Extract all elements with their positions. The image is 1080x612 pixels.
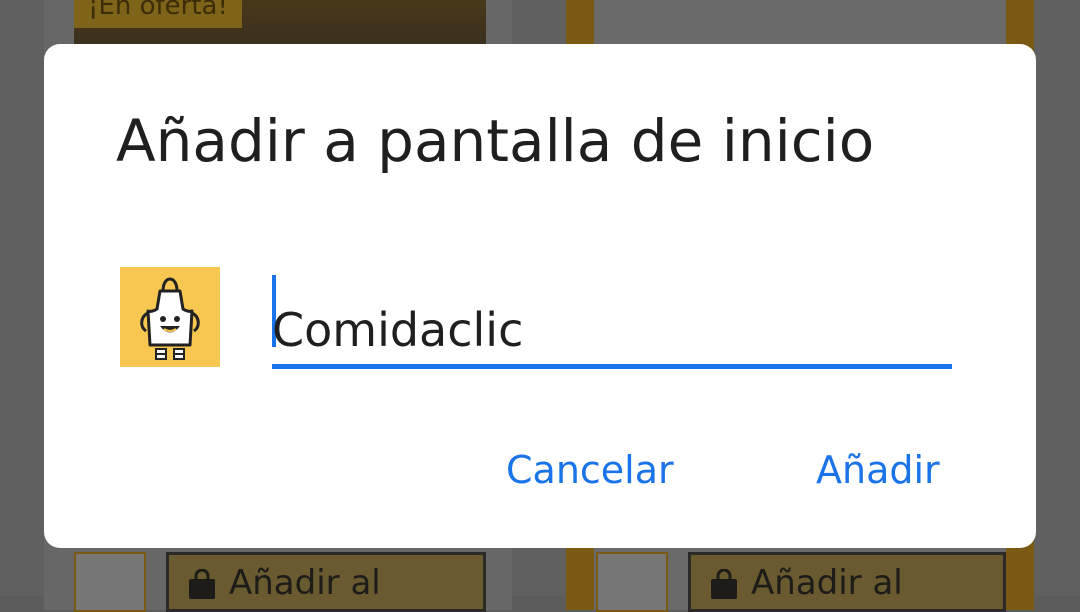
- quantity-box: [596, 552, 668, 612]
- shopping-bag-icon: [189, 569, 215, 599]
- add-to-home-screen-dialog: Añadir a pantalla de inicio Canc: [44, 44, 1036, 548]
- add-to-cart-label: Añadir al: [229, 563, 381, 603]
- apron-app-icon: [120, 267, 220, 367]
- add-button[interactable]: Añadir: [816, 442, 940, 498]
- add-to-cart-button: Añadir al: [688, 552, 1006, 612]
- sale-badge: ¡En oferta!: [74, 0, 242, 28]
- input-underline: [272, 364, 952, 369]
- shortcut-name-input[interactable]: [272, 295, 952, 365]
- add-to-cart-button: Añadir al: [166, 552, 486, 612]
- dialog-title: Añadir a pantalla de inicio: [116, 107, 875, 175]
- add-to-cart-label: Añadir al: [751, 563, 903, 603]
- cancel-button[interactable]: Cancelar: [506, 442, 674, 498]
- shortcut-name-field[interactable]: [272, 267, 952, 371]
- quantity-box: [74, 552, 146, 612]
- shopping-bag-icon: [711, 569, 737, 599]
- apron-icon: [140, 277, 200, 360]
